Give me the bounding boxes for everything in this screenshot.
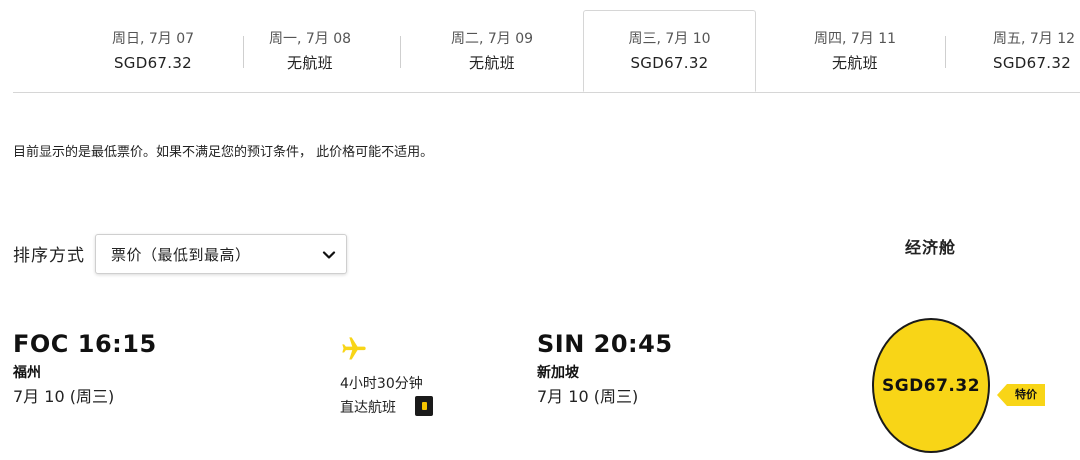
sort-dropdown-value: 票价（最低到最高） (111, 246, 251, 264)
date-tab-day: 周三, 7月 10 (628, 31, 711, 47)
departure-city: 福州 (13, 365, 41, 381)
date-tab-day: 周五, 7月 12 (993, 31, 1076, 47)
date-tab-day: 周一, 7月 08 (268, 31, 352, 47)
promo-badge: 特价 (997, 384, 1045, 406)
departure-code-time: FOC 16:15 (13, 330, 157, 358)
departure-date: 7月 10 (周三) (13, 387, 115, 406)
date-tab-mon-0708[interactable]: 周一, 7月 08 无航班 (219, 12, 401, 92)
date-tab-price: 无航班 (287, 54, 333, 72)
flight-duration: 4小时30分钟 (340, 376, 423, 392)
flight-info-icon[interactable] (415, 396, 433, 416)
tab-baseline (13, 92, 1080, 93)
flight-type: 直达航班 (340, 400, 396, 416)
date-tab-sun-0707[interactable]: 周日, 7月 07 SGD67.32 (62, 12, 244, 92)
date-tab-fri-0712[interactable]: 周五, 7月 12 SGD67.32 (946, 12, 1080, 92)
date-tab-price: 无航班 (469, 54, 515, 72)
date-tab-thu-0711[interactable]: 周四, 7月 11 无航班 (764, 12, 946, 92)
airplane-icon (342, 337, 366, 360)
date-tab-wed-0710[interactable]: 周三, 7月 10 SGD67.32 (583, 10, 756, 92)
date-tab-day: 周四, 7月 11 (813, 31, 897, 47)
fare-price: SGD67.32 (881, 376, 981, 396)
date-tab-price: 无航班 (832, 54, 878, 72)
date-tab-tue-0709[interactable]: 周二, 7月 09 无航班 (401, 12, 583, 92)
date-tab-day: 周日, 7月 07 (111, 31, 195, 47)
arrival-code-time: SIN 20:45 (537, 330, 673, 358)
cabin-header-economy: 经济舱 (905, 238, 957, 257)
arrival-date: 7月 10 (周三) (537, 387, 639, 406)
date-selector: 周日, 7月 07 SGD67.32 周一, 7月 08 无航班 周二, 7月 … (0, 0, 1080, 93)
fare-notice: 目前显示的是最低票价。如果不满足您的预订条件， 此价格可能不适用。 (13, 145, 434, 160)
arrival-city: 新加坡 (537, 365, 579, 381)
sort-dropdown[interactable]: 票价（最低到最高） (95, 234, 347, 274)
date-tab-price: SGD67.32 (113, 54, 193, 72)
chevron-down-icon (322, 251, 336, 259)
date-tab-price: SGD67.32 (630, 54, 709, 72)
economy-fare-button[interactable]: SGD67.32 (872, 318, 990, 453)
sort-label: 排序方式 (13, 246, 85, 266)
date-tab-day: 周二, 7月 09 (450, 31, 534, 47)
date-tab-price: SGD67.32 (993, 54, 1072, 72)
